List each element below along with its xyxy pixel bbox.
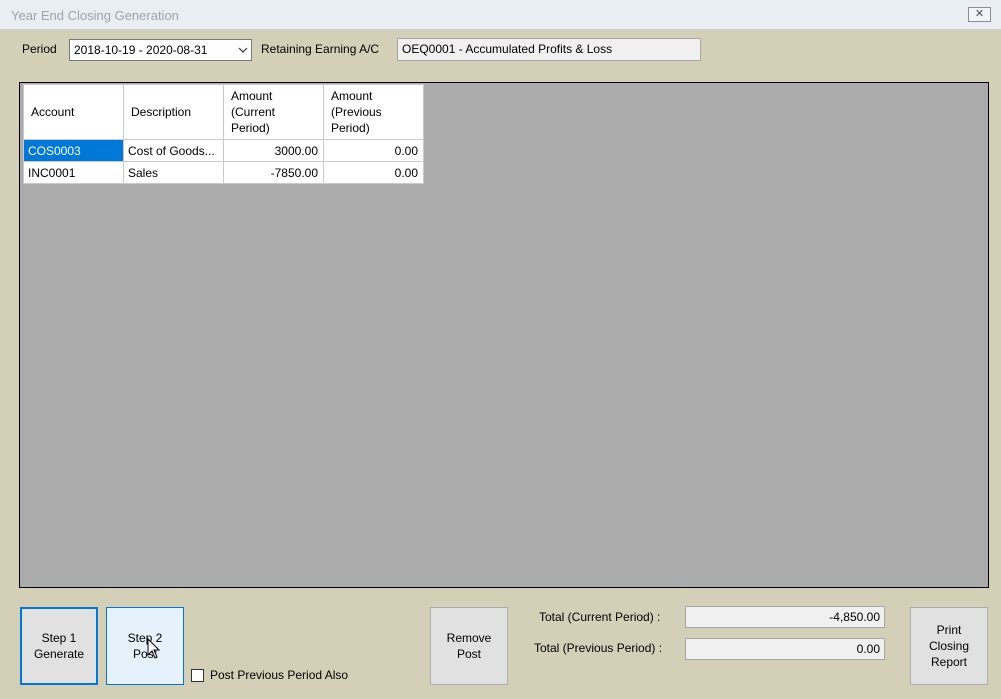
column-header-description[interactable]: Description [123, 84, 224, 140]
retaining-earning-field[interactable]: OEQ0001 - Accumulated Profits & Loss [397, 38, 701, 61]
table-row[interactable]: COS0003 Cost of Goods... 3000.00 0.00 [23, 139, 424, 162]
total-current-value: -4,850.00 [829, 610, 880, 624]
cell-account[interactable]: COS0003 [23, 139, 124, 162]
table-row[interactable]: INC0001 Sales -7850.00 0.00 [23, 161, 424, 184]
total-previous-label: Total (Previous Period) : [534, 641, 663, 655]
close-button[interactable]: ✕ [968, 7, 991, 22]
cell-amount-previous[interactable]: 0.00 [323, 161, 424, 184]
column-header-account[interactable]: Account [23, 84, 124, 140]
title-bar: Year End Closing Generation ✕ [0, 0, 1001, 30]
post-previous-label[interactable]: Post Previous Period Also [210, 668, 348, 682]
column-header-amount-previous[interactable]: Amount (Previous Period) [323, 84, 424, 140]
step1-generate-button[interactable]: Step 1 Generate [20, 607, 98, 685]
table-header-row: Account Description Amount (Current Peri… [23, 84, 424, 140]
print-label-line1: Print [936, 623, 962, 637]
retaining-earning-value: OEQ0001 - Accumulated Profits & Loss [402, 42, 613, 56]
step1-label-line1: Step 1 [41, 631, 77, 645]
cell-amount-current[interactable]: 3000.00 [223, 139, 324, 162]
cell-amount-current[interactable]: -7850.00 [223, 161, 324, 184]
print-closing-report-button[interactable]: Print Closing Report [910, 607, 988, 685]
cell-account[interactable]: INC0001 [23, 161, 124, 184]
total-previous-field: 0.00 [685, 638, 885, 660]
period-value: 2018-10-19 - 2020-08-31 [74, 43, 208, 57]
close-icon: ✕ [974, 8, 985, 20]
window-title: Year End Closing Generation [11, 8, 179, 23]
period-label: Period [22, 42, 57, 56]
print-label-line3: Report [930, 655, 968, 669]
print-label-line2: Closing [928, 639, 970, 653]
remove-post-button[interactable]: Remove Post [430, 607, 508, 685]
total-current-field: -4,850.00 [685, 606, 885, 628]
closing-grid[interactable]: Account Description Amount (Current Peri… [19, 82, 989, 588]
step1-label-line2: Generate [33, 647, 85, 661]
cell-description[interactable]: Cost of Goods... [123, 139, 224, 162]
period-select[interactable]: 2018-10-19 - 2020-08-31 [69, 39, 252, 61]
step2-post-button[interactable]: Step 2 Post [106, 607, 184, 685]
cell-description[interactable]: Sales [123, 161, 224, 184]
column-header-amount-current[interactable]: Amount (Current Period) [223, 84, 324, 140]
remove-label-line1: Remove [446, 631, 492, 645]
cell-amount-previous[interactable]: 0.00 [323, 139, 424, 162]
remove-label-line2: Post [456, 647, 481, 661]
total-previous-value: 0.00 [856, 642, 880, 656]
total-current-label: Total (Current Period) : [539, 610, 661, 624]
retaining-earning-label: Retaining Earning A/C [261, 42, 380, 56]
accounts-table: Account Description Amount (Current Peri… [23, 84, 424, 184]
post-previous-checkbox[interactable] [191, 669, 204, 682]
mouse-cursor-icon [147, 638, 161, 659]
chevron-down-icon[interactable] [238, 45, 248, 55]
